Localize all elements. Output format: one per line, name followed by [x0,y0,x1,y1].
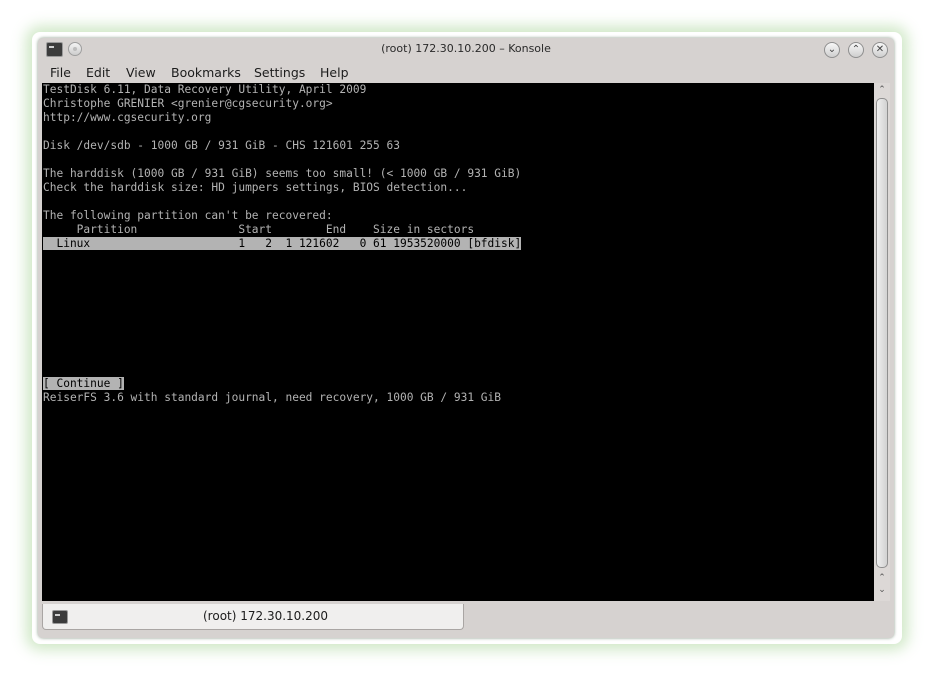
partition-header: Partition Start End Size in sectors [43,223,475,236]
arrow-up-icon[interactable]: ⌃ [876,573,888,583]
scrollbar-thumb[interactable] [876,98,888,568]
terminal-line: Disk /dev/sdb - 1000 GB / 931 GiB - CHS … [43,139,400,152]
minimize-button[interactable]: ⌄ [824,42,840,58]
terminal-output: TestDisk 6.11, Data Recovery Utility, Ap… [43,83,522,405]
menubar: File Edit View Bookmarks Settings Help [38,62,894,82]
partition-info: ReiserFS 3.6 with standard journal, need… [43,391,502,404]
konsole-window: (root) 172.30.10.200 – Konsole ⌄ ⌃ ✕ Fil… [38,38,894,638]
menu-view[interactable]: View [126,65,156,80]
arrow-up-icon[interactable]: ⌃ [876,85,888,95]
close-button[interactable]: ✕ [872,42,888,58]
menu-settings[interactable]: Settings [254,65,305,80]
terminal-area[interactable]: TestDisk 6.11, Data Recovery Utility, Ap… [42,83,874,601]
session-tab[interactable]: (root) 172.30.10.200 [42,604,464,630]
terminal-line: The harddisk (1000 GB / 931 GiB) seems t… [43,167,522,180]
partition-row-selected[interactable]: Linux 1 2 1 121602 0 61 1953520000 [bfdi… [43,237,522,250]
continue-button[interactable]: [ Continue ] [43,377,124,390]
terminal-line: http://www.cgsecurity.org [43,111,212,124]
tab-label: (root) 172.30.10.200 [203,609,329,623]
menu-edit[interactable]: Edit [86,65,110,80]
maximize-button[interactable]: ⌃ [848,42,864,58]
terminal-icon [52,610,68,624]
window-title: (root) 172.30.10.200 – Konsole [381,42,551,55]
terminal-line: TestDisk 6.11, Data Recovery Utility, Ap… [43,83,367,96]
vertical-scrollbar[interactable]: ⌃ ⌃ ⌄ [874,83,890,601]
arrow-down-icon[interactable]: ⌄ [876,585,888,595]
menu-help[interactable]: Help [320,65,349,80]
chevron-up-icon: ⌃ [851,44,861,55]
menu-file[interactable]: File [50,65,71,80]
chevron-down-icon: ⌄ [827,44,837,55]
terminal-line: Christophe GRENIER <grenier@cgsecurity.o… [43,97,333,110]
close-icon: ✕ [875,44,885,55]
tab-bar: (root) 172.30.10.200 [38,604,894,638]
terminal-line: Check the harddisk size: HD jumpers sett… [43,181,468,194]
terminal-line: The following partition can't be recover… [43,209,333,222]
titlebar[interactable]: (root) 172.30.10.200 – Konsole ⌄ ⌃ ✕ [38,38,894,62]
menu-bookmarks[interactable]: Bookmarks [171,65,241,80]
